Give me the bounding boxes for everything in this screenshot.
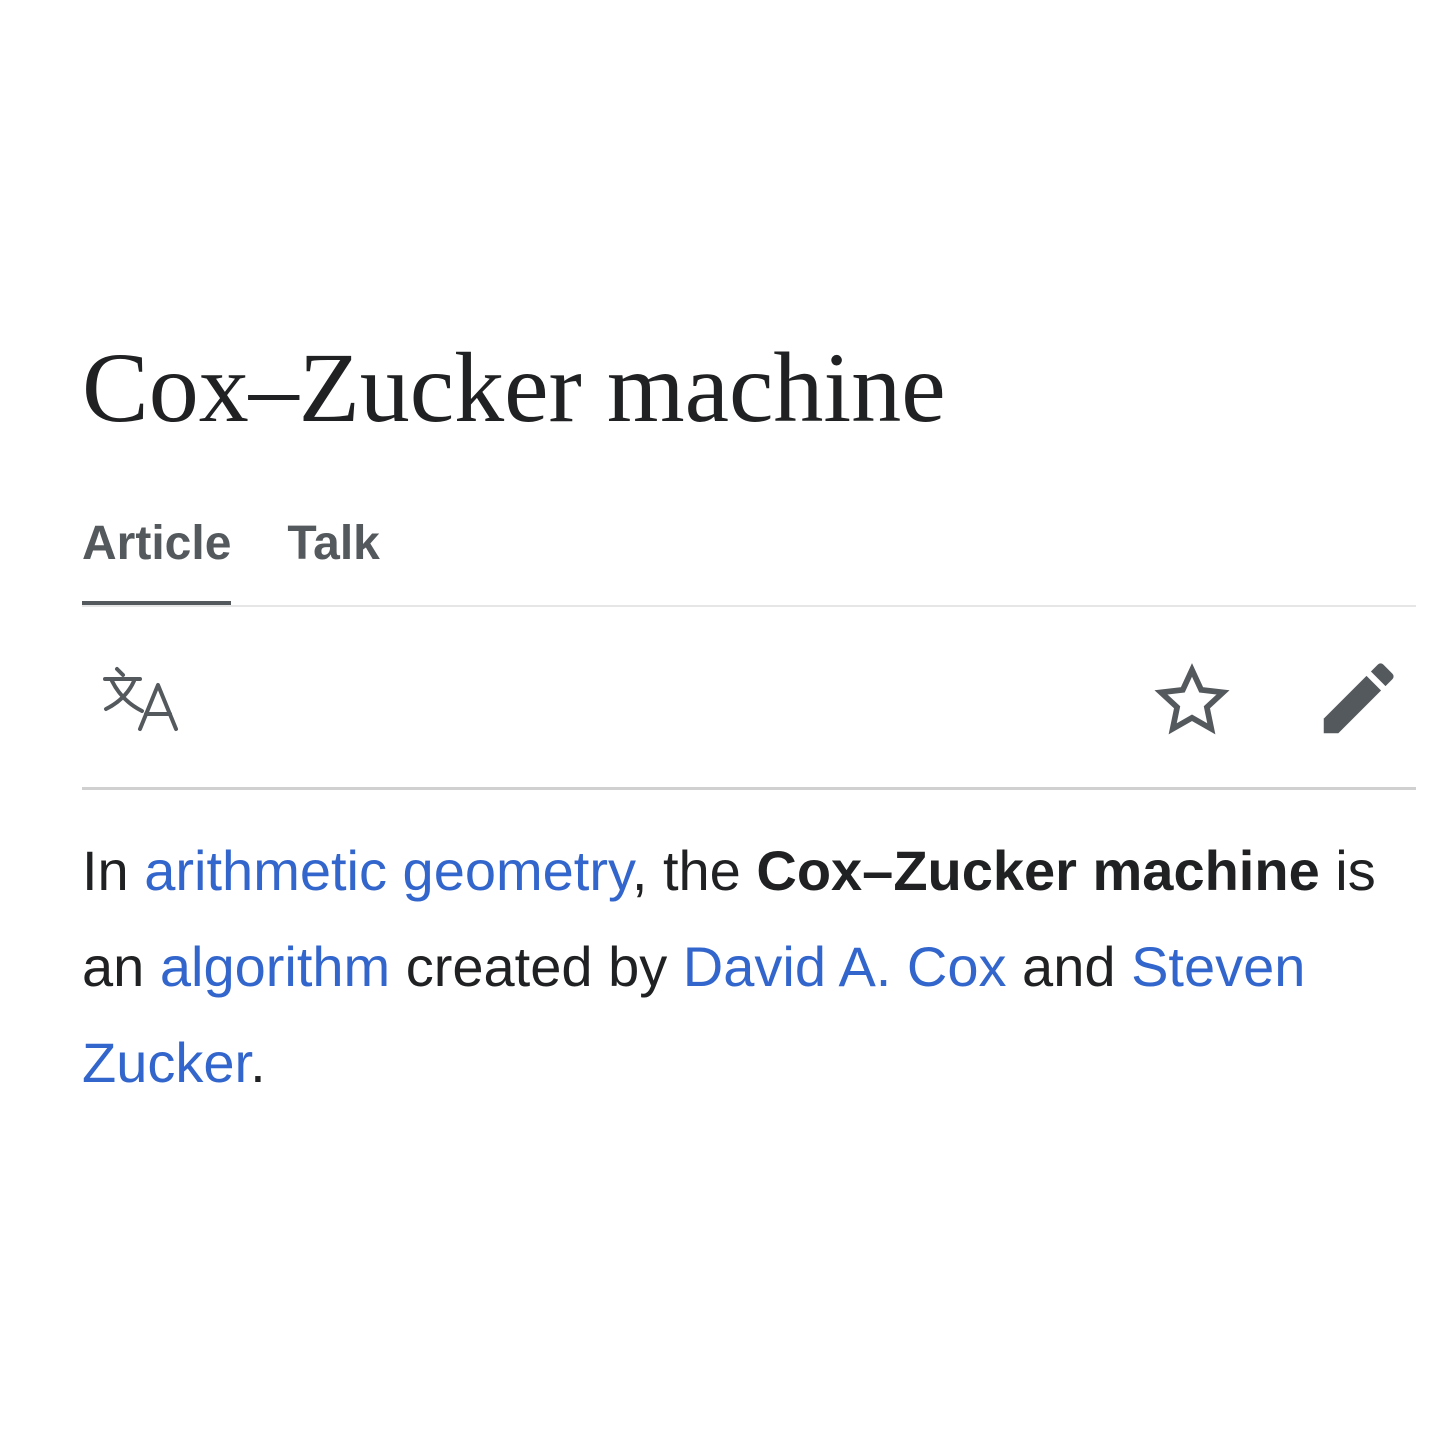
article-subject-bold: Cox–Zucker machine [756, 839, 1320, 902]
text-segment: created by [390, 935, 683, 998]
tab-talk[interactable]: Talk [287, 508, 379, 608]
link-david-a-cox[interactable]: David A. Cox [683, 935, 1007, 998]
page-title: Cox–Zucker machine [82, 332, 946, 443]
article-tabs: Article Talk [82, 508, 436, 608]
link-algorithm[interactable]: algorithm [160, 935, 390, 998]
link-arithmetic-geometry[interactable]: arithmetic geometry [144, 839, 632, 902]
text-segment: , the [631, 839, 757, 902]
text-segment: and [1006, 935, 1132, 998]
tab-divider [82, 605, 1416, 607]
text-segment: In [82, 839, 145, 902]
text-segment: . [250, 1031, 266, 1094]
page-actions-toolbar [82, 640, 1416, 760]
tab-article[interactable]: Article [82, 508, 232, 608]
star-icon[interactable] [1154, 662, 1230, 743]
translate-icon[interactable] [102, 665, 182, 740]
article-intro-paragraph: In arithmetic geometry, the Cox–Zucker m… [82, 823, 1422, 1111]
toolbar-divider [82, 787, 1416, 790]
pencil-icon[interactable] [1319, 662, 1395, 743]
